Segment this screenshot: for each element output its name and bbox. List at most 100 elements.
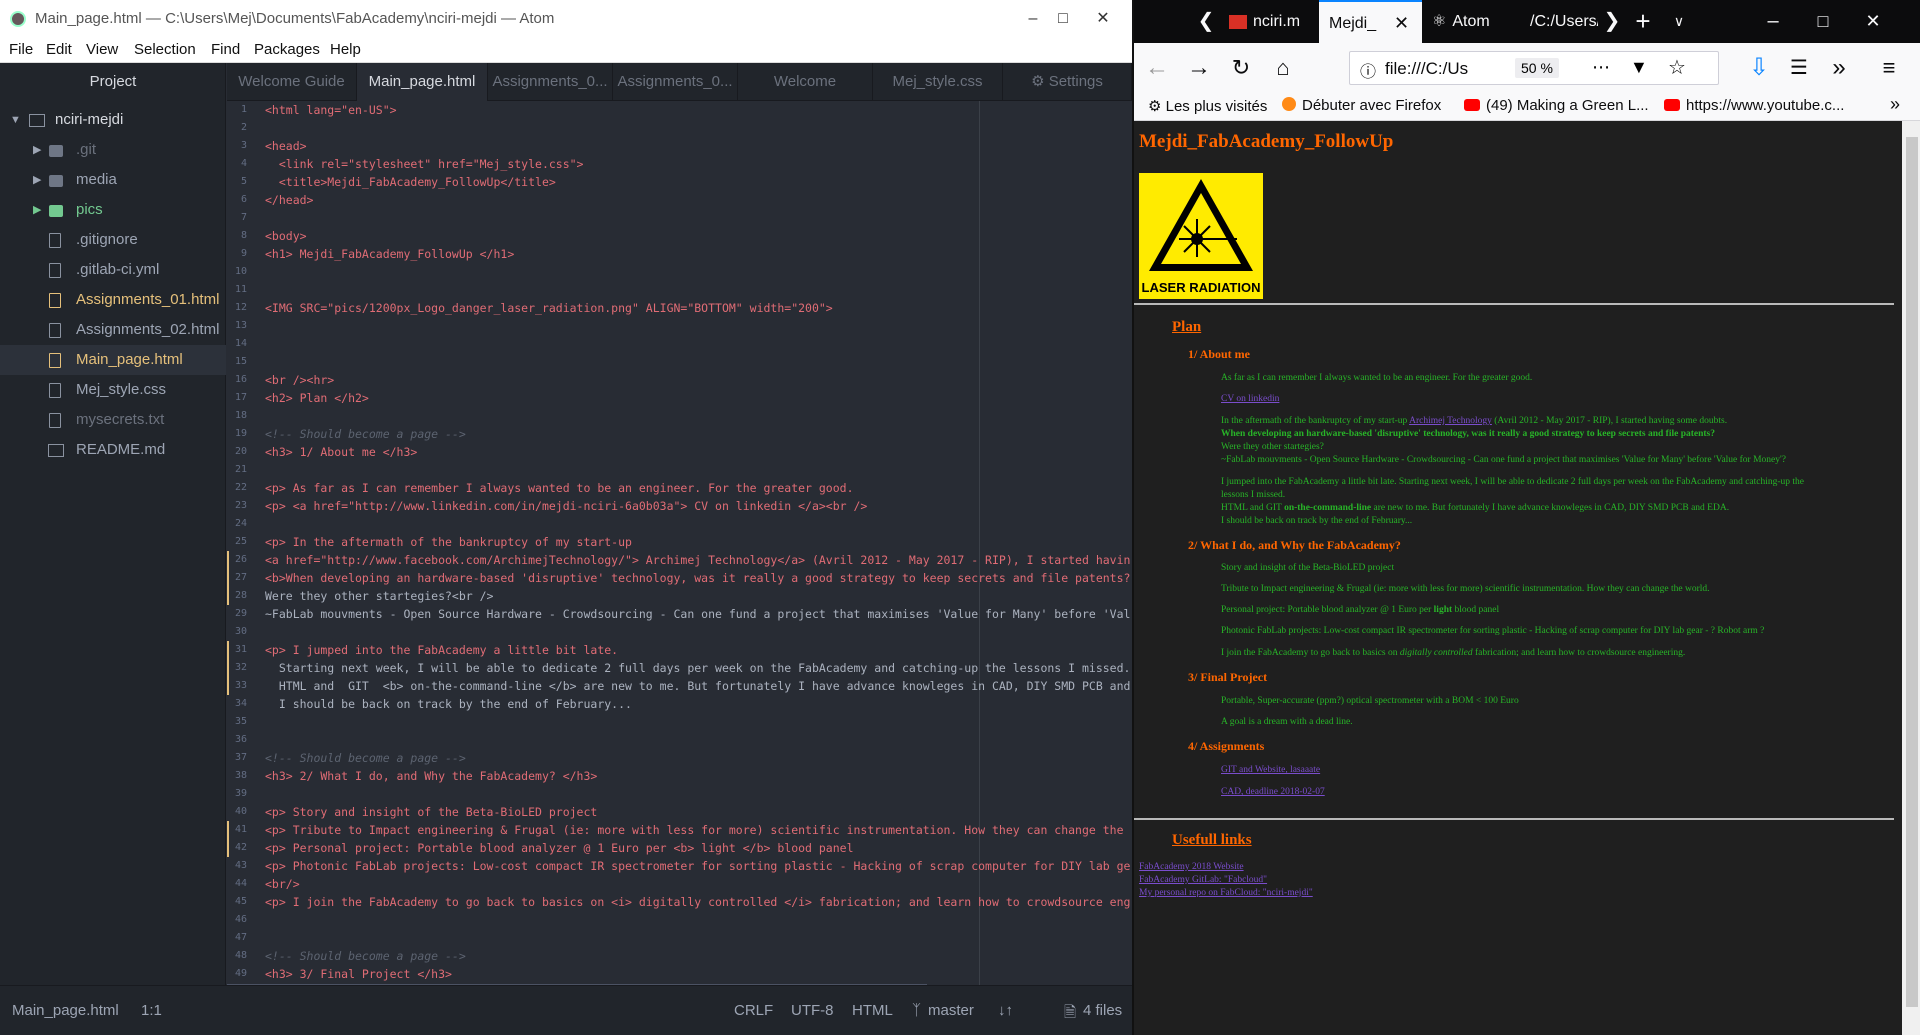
ff-tab-file[interactable]: /C:/Users/ [1520,0,1598,43]
tree-item-git[interactable]: ▶ .git [0,135,226,165]
code-text: I should be back on track by the end of … [265,697,632,711]
line-number: 47 [234,932,247,943]
useful-link-2[interactable]: FabAcademy GitLab: "Fabcloud" [1139,875,1267,885]
menu-find[interactable]: Find [211,41,240,58]
tree-item-mysecrets[interactable]: mysecrets.txt [0,405,226,435]
status-files[interactable]: 4 files [1083,1002,1122,1019]
minimize-icon[interactable]: – [1753,0,1793,43]
downloads-icon[interactable]: ⇩ [1744,53,1774,83]
about-p3: In the aftermath of the bankruptcy of my… [1221,416,1727,426]
firefox-tabstrip: ❮ nciri.m Mejdi_ ✕ ⚛ Atom /C:/Users/ ❯ + … [1134,0,1920,43]
home-icon[interactable]: ⌂ [1268,53,1298,83]
menu-view[interactable]: View [86,41,118,58]
bookmark-firefox[interactable]: Débuter avec Firefox [1282,97,1441,114]
scrollbar-thumb[interactable] [1906,137,1918,1007]
hamburger-menu-icon[interactable]: ≡ [1874,53,1904,83]
tab-mej-style[interactable]: Mej_style.css [873,63,1003,101]
tabs-scroll-left-icon[interactable]: ❮ [1191,0,1221,43]
code-editor[interactable]: 1 <html lang="en-US"> 2 3 <head> 4 <link rel=… [227,101,1132,985]
archimej-link[interactable]: Archimej Technology [1409,416,1492,426]
folder-icon [49,175,63,187]
url-text: file:///C:/Us [1385,59,1469,78]
bookmark-most-visited[interactable]: ⚙ Les plus visités [1148,97,1267,115]
s2-p2: Tribute to Impact engineering & Frugal (… [1221,584,1710,594]
laser-radiation-image: LASER RADIATION [1139,173,1263,299]
pocket-icon[interactable]: ▼ [1630,57,1648,78]
tree-item-label: .gitignore [76,231,138,248]
info-icon[interactable]: ⓘ [1360,58,1376,82]
ff-tab-mejdi[interactable]: Mejdi_ ✕ [1319,0,1422,43]
useful-link-3[interactable]: My personal repo on FabCloud: "nciri-mej… [1139,888,1313,898]
tab-assignments-01[interactable]: Assignments_0... [488,63,613,101]
tabs-scroll-right-icon[interactable]: ❯ [1597,0,1627,43]
bookmark-star-icon[interactable]: ☆ [1668,55,1686,80]
status-encoding[interactable]: UTF-8 [791,1002,834,1019]
new-tab-icon[interactable]: + [1628,0,1658,43]
useful-link-1[interactable]: FabAcademy 2018 Website [1139,862,1244,872]
code-line: 31 <p> I jumped into the FabAcademy a lit… [227,641,1132,659]
code-line: 29 ~FabLab mouvments - Open Source Hardwa… [227,605,1132,623]
close-tab-icon[interactable]: ✕ [1394,2,1409,43]
cv-linkedin-link[interactable]: CV on linkedin [1221,394,1279,404]
maximize-icon[interactable]: □ [1803,0,1843,43]
back-icon[interactable]: ← [1142,53,1172,83]
tab-welcome-guide[interactable]: Welcome Guide [227,63,357,101]
menu-edit[interactable]: Edit [46,41,72,58]
line-number: 2 [240,122,247,133]
menu-file[interactable]: File [9,41,33,58]
menu-packages[interactable]: Packages [254,41,320,58]
overflow-icon[interactable]: » [1824,53,1854,83]
tree-item-media[interactable]: ▶ media [0,165,226,195]
status-branch[interactable]: master [928,1002,974,1019]
tab-settings[interactable]: ⚙ Settings [1003,63,1132,101]
page-vertical-scrollbar[interactable] [1902,121,1920,1035]
tree-item-gitlab-ci[interactable]: .gitlab-ci.yml [0,255,226,285]
zoom-indicator[interactable]: 50 % [1515,58,1559,78]
reload-icon[interactable]: ↻ [1226,53,1256,83]
tab-welcome[interactable]: Welcome [738,63,873,101]
code-line: 23 <p> <a href="http://www.linkedin.com/i… [227,497,1132,515]
close-icon[interactable]: ✕ [1080,0,1126,38]
file-icon [49,293,61,308]
assignment-link-1[interactable]: GIT and Website, lasaaate [1221,765,1320,775]
tree-item-pics[interactable]: ▶ pics [0,195,226,225]
bookmark-youtube-1[interactable]: (49) Making a Green L... [1464,97,1649,114]
status-grammar[interactable]: HTML [852,1002,893,1019]
ff-tab-atom[interactable]: ⚛ Atom [1422,0,1520,43]
line-number: 48 [234,950,247,961]
tree-root[interactable]: ▼ nciri-mejdi [0,105,226,135]
tab-assignments-02[interactable]: Assignments_0... [613,63,738,101]
text: fabrication; and learn how to crowdsourc… [1472,648,1686,658]
tree-item-assignments-02[interactable]: Assignments_02.html [0,315,226,345]
forward-icon[interactable]: → [1184,53,1214,83]
tree-item-main-page[interactable]: Main_page.html [0,345,226,375]
bookmark-youtube-2[interactable]: https://www.youtube.c... [1664,97,1844,114]
close-icon[interactable]: ✕ [1853,0,1893,43]
code-text: <br /><hr> [265,373,335,387]
url-bar[interactable]: ⓘ file:///C:/Us 50 % ⋯ ▼ ☆ [1349,51,1719,85]
assignment-link-2[interactable]: CAD, deadline 2018-02-07 [1221,787,1325,797]
status-line-ending[interactable]: CRLF [734,1002,773,1019]
status-cursor[interactable]: 1:1 [141,1002,162,1019]
library-icon[interactable]: ☰ [1784,53,1814,83]
ff-tab-gmail[interactable]: nciri.m [1229,0,1319,43]
code-text: <a href="http://www.facebook.com/Archime… [265,553,1131,567]
tree-item-readme[interactable]: README.md [0,435,226,465]
code-text: <link rel="stylesheet" href="Mej_style.c… [265,157,584,171]
tree-item-assignments-01[interactable]: Assignments_01.html [0,285,226,315]
code-text: ~FabLab mouvments - Open Source Hardware… [265,607,1131,621]
fetch-arrows-icon[interactable]: ↓↑ [998,1002,1013,1019]
code-line: 41 <p> Tribute to Impact engineering & Fr… [227,821,1132,839]
bookmarks-overflow-icon[interactable]: » [1890,94,1900,115]
atom-icon: ⚛ [1432,13,1447,30]
menu-selection[interactable]: Selection [134,41,196,58]
status-bar: Main_page.html 1:1 CRLF UTF-8 HTML ᛉ mas… [0,985,1132,1035]
tree-item-gitignore[interactable]: .gitignore [0,225,226,255]
tab-main-page[interactable]: Main_page.html [357,63,488,101]
menu-help[interactable]: Help [330,41,361,58]
status-file[interactable]: Main_page.html [12,1002,119,1019]
tab-list-icon[interactable]: ∨ [1664,0,1694,43]
page-actions-icon[interactable]: ⋯ [1592,57,1610,78]
tree-item-mej-style[interactable]: Mej_style.css [0,375,226,405]
code-line: 28 Were they other startegies?<br /> [227,587,1132,605]
